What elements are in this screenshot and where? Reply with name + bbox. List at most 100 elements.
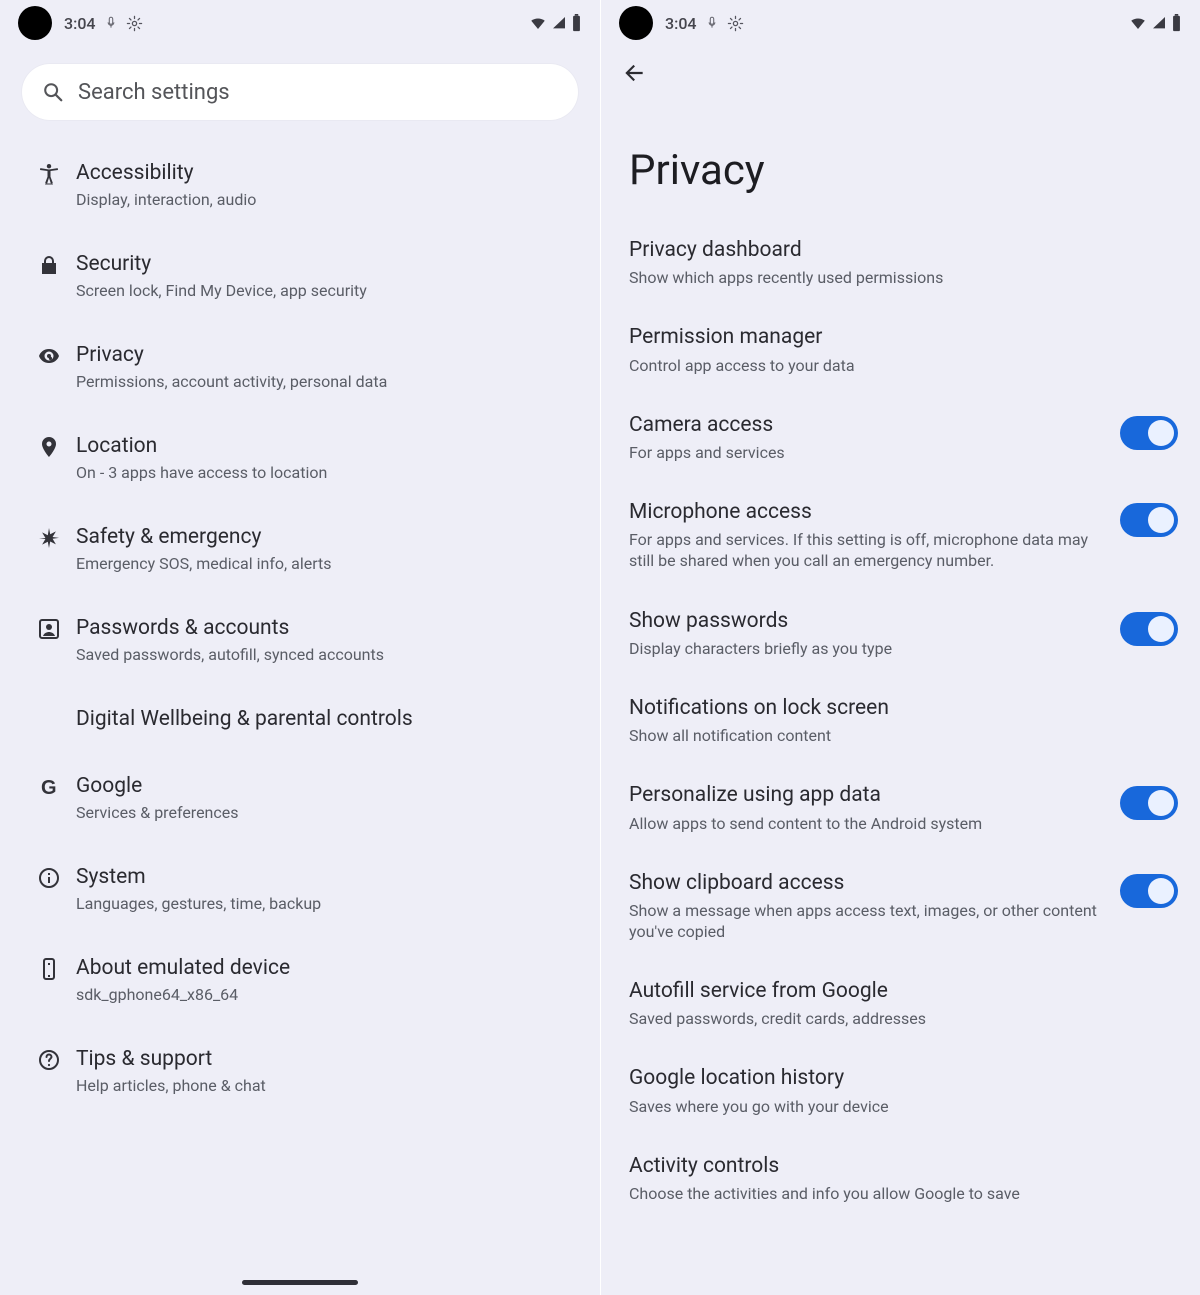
settings-item[interactable]: SystemLanguages, gestures, time, backup — [16, 844, 584, 935]
preference-title: Show clipboard access — [629, 870, 1106, 896]
status-time: 3:04 — [64, 14, 96, 33]
settings-item[interactable]: About emulated device sdk_gphone64_x86_64 — [16, 935, 584, 1026]
status-bar: 3:04 — [0, 0, 600, 46]
toggle-knob — [1148, 878, 1174, 904]
settings-item-sub: Help articles, phone & chat — [76, 1076, 578, 1097]
search-icon — [42, 81, 64, 103]
screen-settings-list: 3:04 Search settings AccessibilityDispla… — [0, 0, 600, 1295]
mic-icon — [705, 16, 719, 30]
preference-item[interactable]: Activity controls Choose the activities a… — [629, 1135, 1178, 1222]
wifi-icon — [529, 14, 547, 32]
settings-item[interactable]: Location On - 3 apps have access to locat… — [16, 413, 584, 504]
settings-item-title: System — [76, 864, 578, 890]
accessibility-icon — [22, 160, 76, 186]
toggle-switch[interactable] — [1120, 874, 1178, 908]
preference-sub: Show which apps recently used permission… — [629, 267, 1164, 288]
settings-item-title: Accessibility — [76, 160, 578, 186]
home-indicator[interactable] — [242, 1280, 358, 1285]
settings-item-title: Privacy — [76, 342, 578, 368]
preference-sub: For apps and services — [629, 442, 1106, 463]
avatar[interactable] — [18, 6, 52, 40]
settings-item[interactable]: Passwords & accounts Saved passwords, aut… — [16, 595, 584, 686]
preference-item[interactable]: Privacy dashboardShow which apps recentl… — [629, 219, 1178, 306]
info-icon — [22, 864, 76, 890]
signal-icon — [1151, 15, 1167, 31]
preference-sub: Choose the activities and info you allow… — [629, 1183, 1164, 1204]
blank-icon — [22, 706, 76, 708]
settings-item-title: About emulated device — [76, 955, 578, 981]
battery-icon — [1171, 14, 1182, 32]
signal-icon — [551, 15, 567, 31]
toggle-switch[interactable] — [1120, 612, 1178, 646]
asterisk-icon — [22, 524, 76, 550]
settings-item[interactable]: Security Screen lock, Find My Device, app… — [16, 231, 584, 322]
preference-sub: Show a message when apps access text, im… — [629, 900, 1106, 942]
settings-item-sub: Permissions, account activity, personal … — [76, 372, 578, 393]
settings-list: AccessibilityDisplay, interaction, audio… — [0, 140, 600, 1117]
settings-item[interactable]: Google Services & preferences — [16, 753, 584, 844]
settings-item[interactable]: Digital Wellbeing & parental controls — [16, 686, 584, 752]
toggle-knob — [1148, 420, 1174, 446]
preference-item[interactable]: Notifications on lock screenShow all not… — [629, 677, 1178, 764]
preference-item[interactable]: Personalize using app dataAllow apps to … — [629, 764, 1178, 851]
preference-title: Camera access — [629, 412, 1106, 438]
preference-item[interactable]: Autofill service from GoogleSaved passwo… — [629, 960, 1178, 1047]
settings-item-title: Digital Wellbeing & parental controls — [76, 706, 578, 732]
battery-icon — [571, 14, 582, 32]
search-placeholder: Search settings — [78, 80, 230, 105]
preference-title: Google location history — [629, 1065, 1164, 1091]
preference-item[interactable]: Camera access For apps and services — [629, 394, 1178, 481]
settings-item-sub: Screen lock, Find My Device, app securit… — [76, 281, 578, 302]
settings-item[interactable]: AccessibilityDisplay, interaction, audio — [16, 140, 584, 231]
preference-item[interactable]: Permission manager Control app access to … — [629, 306, 1178, 393]
preference-item[interactable]: Google location historySaves where you g… — [629, 1047, 1178, 1134]
settings-item[interactable]: Privacy Permissions, account activity, pe… — [16, 322, 584, 413]
google-icon — [22, 773, 76, 799]
settings-item[interactable]: Safety & emergency Emergency SOS, medical… — [16, 504, 584, 595]
toggle-switch[interactable] — [1120, 786, 1178, 820]
settings-item-title: Passwords & accounts — [76, 615, 578, 641]
preference-item[interactable]: Microphone access For apps and services. … — [629, 481, 1178, 589]
settings-item-title: Google — [76, 773, 578, 799]
preference-sub: Control app access to your data — [629, 355, 1164, 376]
privacy-icon — [22, 342, 76, 368]
toggle-knob — [1148, 507, 1174, 533]
preference-title: Show passwords — [629, 608, 1106, 634]
lock-icon — [22, 251, 76, 277]
back-button[interactable] — [601, 46, 1200, 90]
settings-item-sub: Emergency SOS, medical info, alerts — [76, 554, 578, 575]
settings-item-sub: Saved passwords, autofill, synced accoun… — [76, 645, 578, 666]
account-icon — [22, 615, 76, 641]
privacy-preference-list: Privacy dashboardShow which apps recentl… — [601, 213, 1200, 1222]
preference-sub: For apps and services. If this setting i… — [629, 529, 1106, 571]
location-icon — [22, 433, 76, 459]
preference-item[interactable]: Show clipboard access Show a message when… — [629, 852, 1178, 960]
preference-title: Microphone access — [629, 499, 1106, 525]
preference-title: Permission manager — [629, 324, 1164, 350]
settings-item-sub: sdk_gphone64_x86_64 — [76, 985, 578, 1006]
help-icon — [22, 1046, 76, 1072]
preference-item[interactable]: Show passwords Display characters briefly… — [629, 590, 1178, 677]
mic-icon — [104, 16, 118, 30]
back-icon — [621, 60, 647, 86]
settings-item-title: Security — [76, 251, 578, 277]
wifi-icon — [1129, 14, 1147, 32]
page-title: Privacy — [601, 90, 1200, 213]
settings-item-sub: Services & preferences — [76, 803, 578, 824]
preference-sub: Saved passwords, credit cards, addresses — [629, 1008, 1164, 1029]
status-bar: 3:04 — [601, 0, 1200, 46]
avatar[interactable] — [619, 6, 653, 40]
preference-sub: Display characters briefly as you type — [629, 638, 1106, 659]
toggle-switch[interactable] — [1120, 416, 1178, 450]
search-settings[interactable]: Search settings — [22, 64, 578, 120]
toggle-switch[interactable] — [1120, 503, 1178, 537]
preference-title: Personalize using app data — [629, 782, 1106, 808]
preference-title: Notifications on lock screen — [629, 695, 1164, 721]
preference-title: Activity controls — [629, 1153, 1164, 1179]
settings-item-title: Location — [76, 433, 578, 459]
settings-item[interactable]: Tips & support Help articles, phone & cha… — [16, 1026, 584, 1117]
settings-item-title: Safety & emergency — [76, 524, 578, 550]
gear-icon — [126, 15, 143, 32]
settings-item-sub: On - 3 apps have access to location — [76, 463, 578, 484]
settings-item-title: Tips & support — [76, 1046, 578, 1072]
